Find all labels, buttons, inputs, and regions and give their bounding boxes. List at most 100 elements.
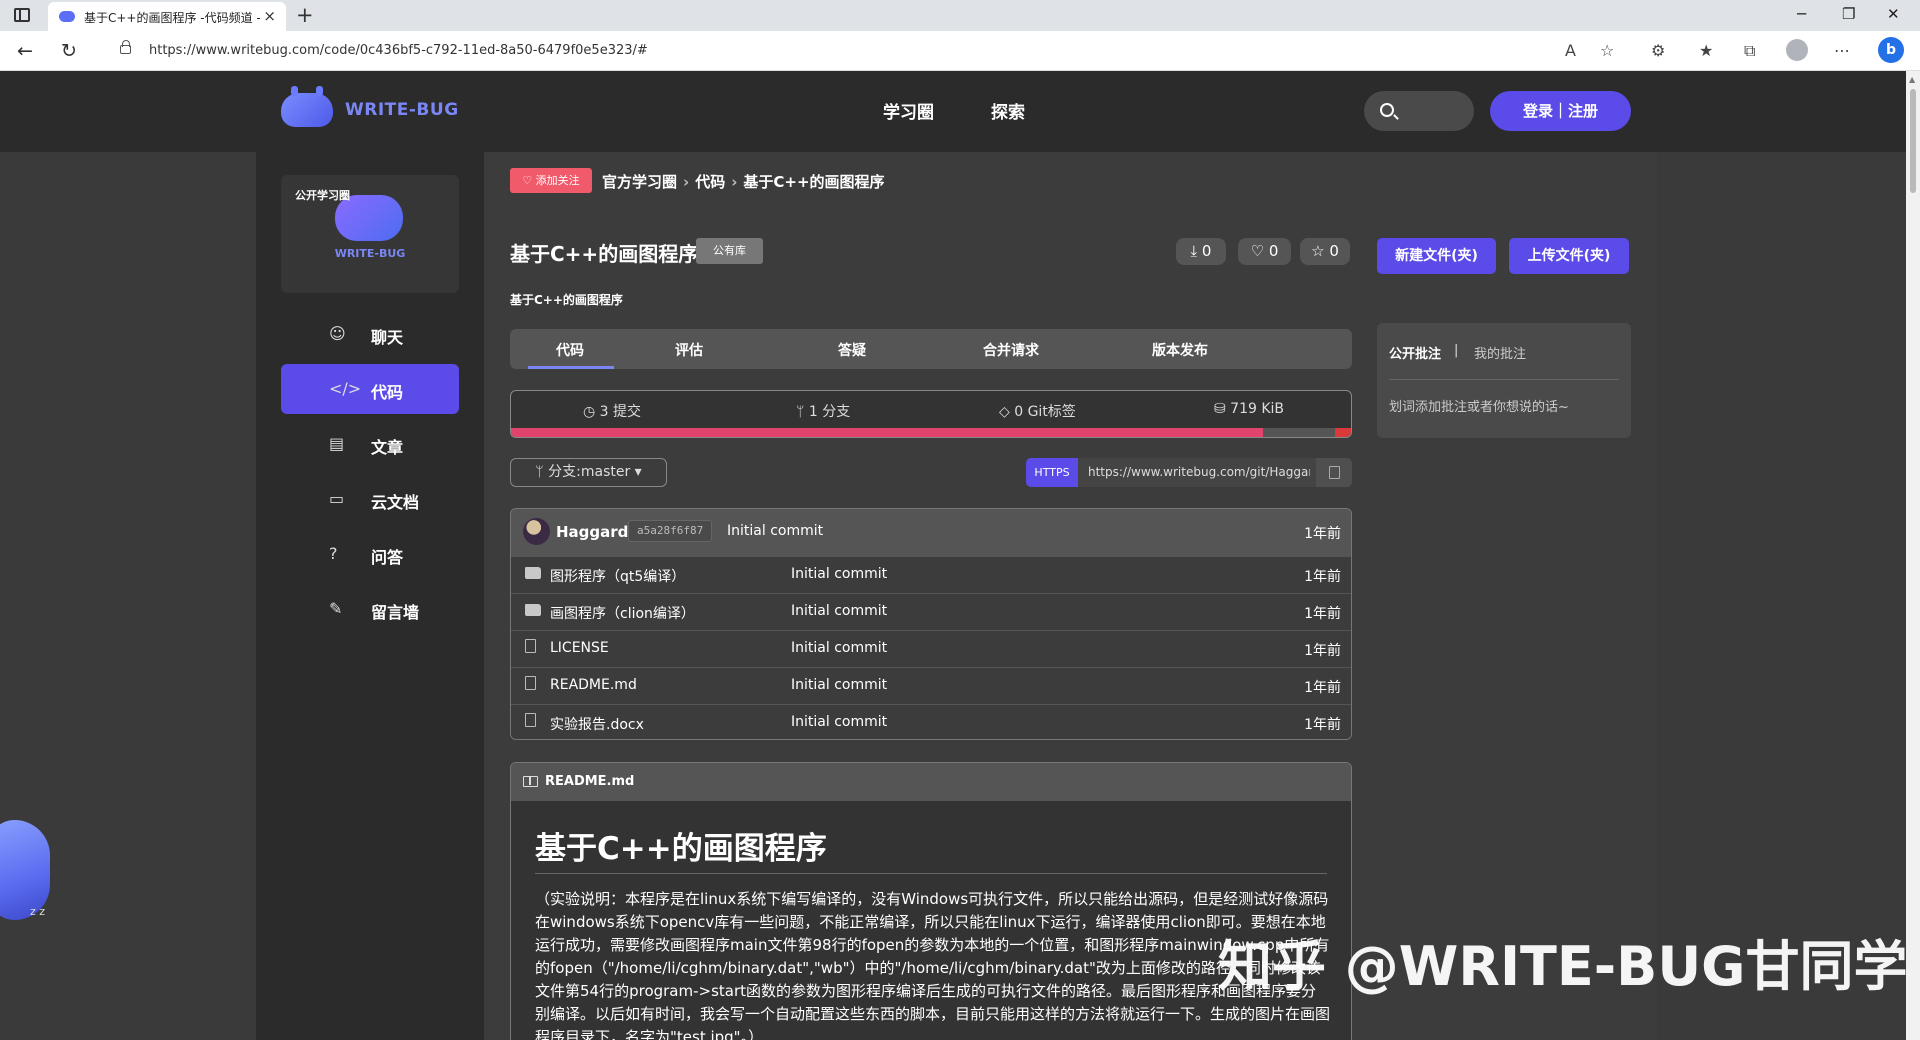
- like-count[interactable]: ♡ 0: [1238, 238, 1291, 265]
- table-row[interactable]: 画图程序（clion编译） Initial commit 1年前: [511, 593, 1351, 630]
- file-commit-message[interactable]: Initial commit: [791, 677, 887, 693]
- profile-avatar-icon[interactable]: [1786, 39, 1808, 61]
- branches-link[interactable]: ᛘ 1 分支: [796, 401, 850, 421]
- file-time: 1年前: [1304, 643, 1341, 659]
- sidebar-item-label: 留言墙: [371, 603, 420, 622]
- annotation-hint: 划词添加批注或者你想说的话~: [1389, 400, 1569, 415]
- extensions-icon[interactable]: ⚙: [1651, 41, 1665, 60]
- commit-author[interactable]: Haggard: [556, 523, 628, 541]
- file-name[interactable]: LICENSE: [550, 640, 609, 656]
- sidebar-item-3[interactable]: ▭ 云文档: [281, 474, 459, 524]
- file-commit-message[interactable]: Initial commit: [791, 566, 887, 582]
- writebug-logo-icon[interactable]: [281, 86, 333, 127]
- table-row[interactable]: LICENSE Initial commit 1年前: [511, 630, 1351, 667]
- commit-message[interactable]: Initial commit: [727, 523, 823, 539]
- page-scrollbar[interactable]: ▲: [1906, 71, 1920, 1040]
- back-icon[interactable]: ←: [17, 40, 33, 62]
- minimize-button[interactable]: ─: [1797, 5, 1806, 23]
- table-row[interactable]: README.md Initial commit 1年前: [511, 667, 1351, 704]
- commit-hash[interactable]: a5a28f6f87: [628, 520, 713, 542]
- tags-link[interactable]: ◇ 0 Git标签: [999, 401, 1076, 421]
- upload-file-button[interactable]: 上传文件(夹): [1509, 238, 1629, 274]
- avatar[interactable]: [523, 518, 550, 545]
- chat-icon: ☺: [329, 324, 346, 343]
- divider: [535, 873, 1327, 874]
- file-name[interactable]: 实验报告.docx: [550, 714, 644, 734]
- sidebar-item-4[interactable]: ? 问答: [281, 529, 459, 579]
- scroll-thumb[interactable]: [1910, 89, 1916, 193]
- sidebar-item-1[interactable]: </> 代码: [281, 364, 459, 414]
- divider: [1389, 379, 1619, 380]
- login-register-button[interactable]: 登录｜注册: [1490, 91, 1631, 131]
- file-name[interactable]: README.md: [550, 677, 637, 693]
- sidebar-item-0[interactable]: ☺ 聊天: [281, 309, 459, 359]
- code-icon: </>: [329, 379, 362, 398]
- sidebar-item-label: 云文档: [371, 493, 420, 512]
- table-row[interactable]: 图形程序（qt5编译） Initial commit 1年前: [511, 556, 1351, 593]
- tab-qa[interactable]: 答疑: [792, 340, 912, 360]
- read-aloud-icon[interactable]: A: [1565, 41, 1576, 60]
- collections-icon[interactable]: ⧉: [1744, 41, 1755, 61]
- clone-protocol-button[interactable]: HTTPS: [1026, 458, 1078, 487]
- file-time: 1年前: [1304, 680, 1341, 696]
- favorite-star-icon[interactable]: ☆: [1600, 41, 1614, 60]
- breadcrumb-repo[interactable]: 基于C++的画图程序: [743, 173, 884, 191]
- file-name[interactable]: 图形程序（qt5编译）: [550, 566, 685, 586]
- language-bar-segment: [1335, 428, 1351, 437]
- download-count[interactable]: ⤓ 0: [1176, 238, 1226, 265]
- copy-icon[interactable]: [1316, 458, 1352, 487]
- breadcrumb-code[interactable]: 代码: [695, 173, 725, 191]
- tab-code[interactable]: 代码: [510, 340, 630, 360]
- url-field[interactable]: https://www.writebug.com/code/0c436bf5-c…: [108, 36, 1648, 66]
- restore-button[interactable]: ❐: [1842, 5, 1855, 23]
- breadcrumb: 官方学习圈 › 代码 › 基于C++的画图程序: [602, 171, 885, 192]
- file-commit-message[interactable]: Initial commit: [791, 714, 887, 730]
- chevron-right-icon: ›: [683, 173, 690, 191]
- branch-selector[interactable]: ᛘ 分支:master ▾: [510, 458, 667, 487]
- sidebar-item-5[interactable]: ✎ 留言墙: [281, 584, 459, 634]
- file-commit-message[interactable]: Initial commit: [791, 640, 887, 656]
- left-sidebar: 公开学习圈 WRITE-BUG ☺ 聊天 </> 代码 ▤ 文章 ▭ 云文档? 问答 ✎ 留言墙: [256, 152, 484, 1040]
- watermark: 知乎 @WRITE-BUG甘同学: [1218, 935, 1908, 998]
- new-tab-button[interactable]: +: [296, 3, 314, 27]
- search-input[interactable]: [1364, 91, 1474, 131]
- readme-body: （实验说明：本程序是在linux系统下编写编译的，没有Windows可执行文件，…: [535, 890, 1331, 1040]
- tab-actions-icon[interactable]: [14, 8, 30, 22]
- clone-url-input[interactable]: https://www.writebug.com/git/Haggard/...: [1088, 465, 1310, 479]
- follow-button[interactable]: ♡ 添加关注: [510, 168, 592, 193]
- readme-header: README.md: [511, 763, 1351, 801]
- file-icon: [525, 713, 536, 727]
- folder-icon: [525, 567, 541, 579]
- browser-address-bar: ← ↻ https://www.writebug.com/code/0c436b…: [0, 31, 1920, 71]
- nav-explore[interactable]: 探索: [991, 98, 1025, 123]
- close-window-button[interactable]: ✕: [1887, 5, 1900, 23]
- tab-title: 基于C++的画图程序 -代码频道 -: [84, 11, 260, 25]
- favorites-icon[interactable]: ★: [1699, 41, 1713, 60]
- file-name[interactable]: 画图程序（clion编译）: [550, 603, 695, 623]
- nav-learning-circle[interactable]: 学习圈: [883, 98, 934, 123]
- bing-chat-icon[interactable]: b: [1878, 37, 1904, 63]
- breadcrumb-group[interactable]: 官方学习圈: [602, 173, 677, 191]
- sidebar-item-2[interactable]: ▤ 文章: [281, 419, 459, 469]
- star-count[interactable]: ☆ 0: [1300, 238, 1350, 265]
- tab-public-annotations[interactable]: 公开批注: [1389, 343, 1441, 362]
- more-menu-icon[interactable]: ⋯: [1834, 41, 1850, 60]
- tab-my-annotations[interactable]: 我的批注: [1474, 343, 1526, 362]
- table-row[interactable]: 实验报告.docx Initial commit 1年前: [511, 704, 1351, 739]
- logo-text[interactable]: WRITE-BUG: [345, 100, 459, 120]
- sidebar-item-label: 聊天: [371, 328, 404, 347]
- new-file-button[interactable]: 新建文件(夹): [1377, 238, 1496, 274]
- scroll-up-icon[interactable]: ▲: [1909, 75, 1915, 84]
- file-table: Haggard a5a28f6f87 Initial commit 1年前 图形…: [510, 508, 1352, 740]
- tab-evaluation[interactable]: 评估: [629, 340, 749, 360]
- commits-link[interactable]: ◷ 3 提交: [583, 401, 641, 421]
- clone-url-box: HTTPS https://www.writebug.com/git/Hagga…: [1026, 458, 1352, 487]
- tab-merge-requests[interactable]: 合并请求: [951, 340, 1071, 360]
- group-card[interactable]: 公开学习圈 WRITE-BUG: [281, 175, 459, 293]
- folder-icon: [525, 604, 541, 616]
- file-commit-message[interactable]: Initial commit: [791, 603, 887, 619]
- refresh-icon[interactable]: ↻: [61, 40, 77, 62]
- browser-tab[interactable]: 基于C++的画图程序 -代码频道 - ×: [48, 2, 286, 31]
- close-tab-icon[interactable]: ×: [263, 7, 276, 25]
- tab-releases[interactable]: 版本发布: [1120, 340, 1240, 360]
